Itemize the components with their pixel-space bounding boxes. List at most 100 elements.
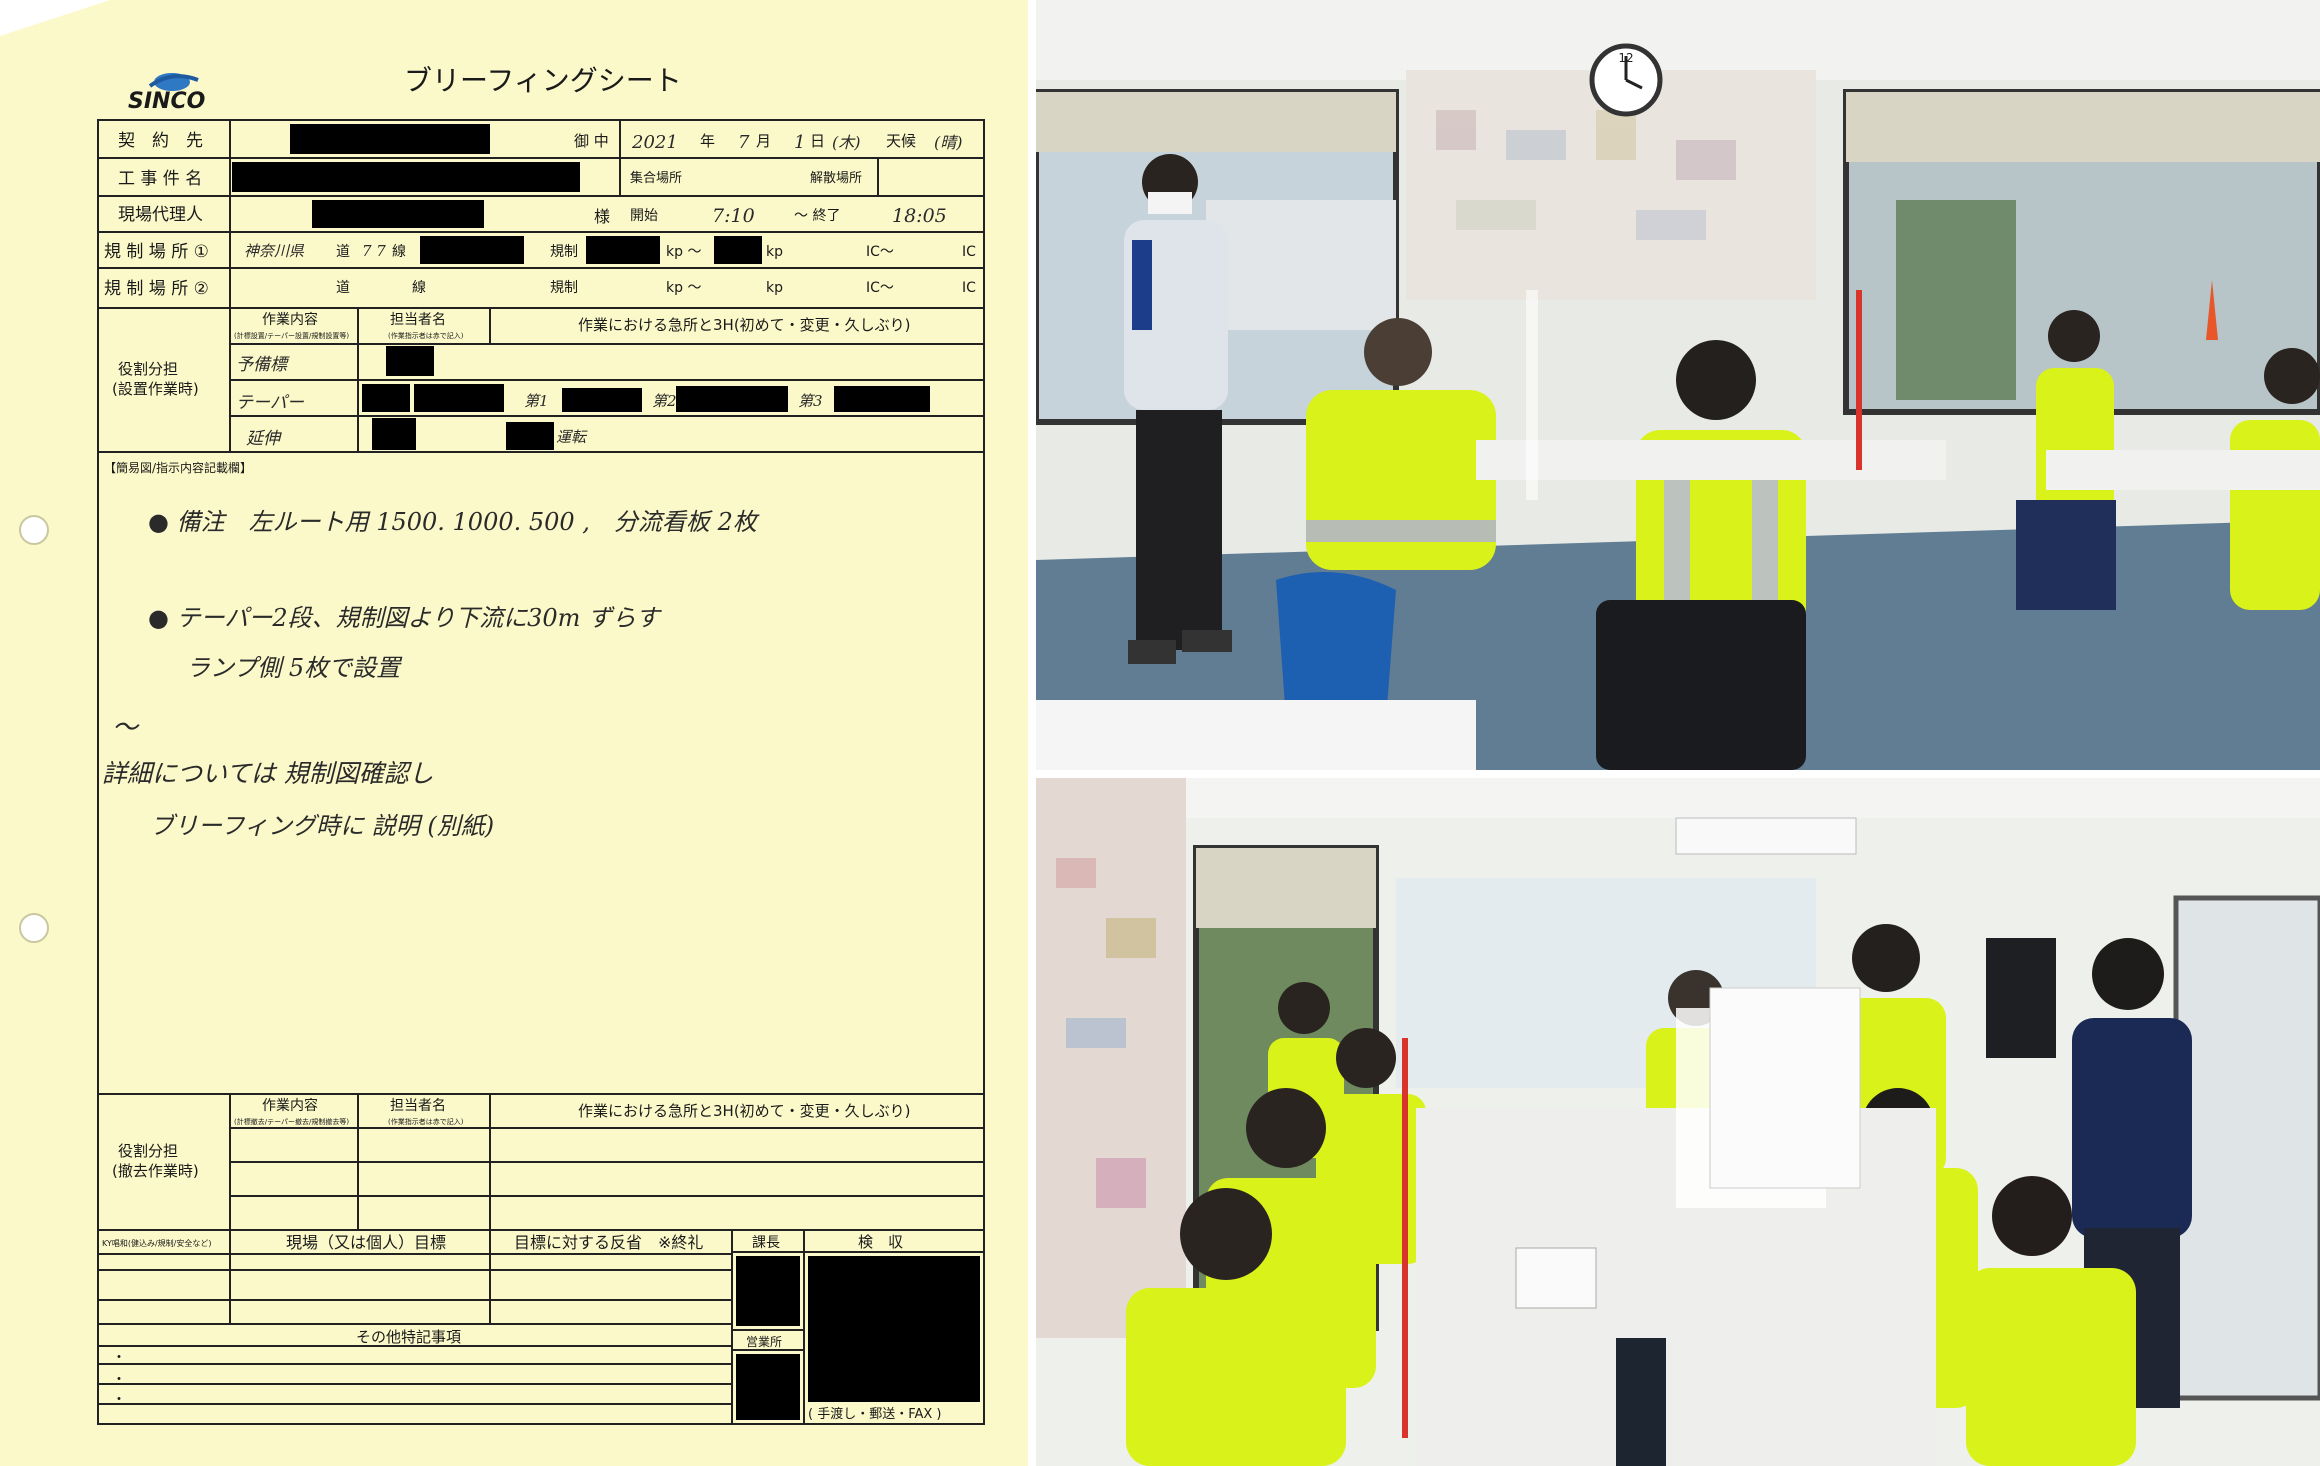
col-person-remove-sub: (作業指示者は赤で記入) <box>388 1117 464 1126</box>
label-work-name: 工 事 件 名 <box>118 169 202 189</box>
hand-year: 2021 <box>631 132 678 153</box>
hand-road-no: 7 7 <box>362 242 386 260</box>
memo-line: ランプ側 5枚で設置 <box>186 654 403 682</box>
photo-briefing-bottom <box>1036 778 2320 1466</box>
memo-line: ● テーパー2段、規制図より下流に30m ずらす <box>148 604 663 632</box>
label-kisei-2: 規制 <box>550 280 578 296</box>
label-dispersal-place: 解散場所 <box>810 171 862 186</box>
blood-pressure-monitor <box>1515 1247 1597 1309</box>
hand-weather: (晴) <box>934 133 963 152</box>
photo-briefing-top: 12 <box>1036 0 2320 770</box>
footer-delivery: ( 手渡し・郵送・FAX ) <box>808 1406 942 1422</box>
memo-label: 【簡易図/指示内容記載欄】 <box>104 460 252 475</box>
footer-bullet: ・ <box>112 1372 126 1388</box>
label-year: 年 <box>700 132 715 150</box>
logo-text: SINCO <box>128 89 205 114</box>
hand-end-time: 18:05 <box>892 205 947 227</box>
redaction <box>290 124 490 154</box>
memo-line: ● 備注 左ルート用 1500. 1000. 500 , 分流看板 2枚 <box>148 508 760 536</box>
label-contractor: 契 約 先 <box>118 131 203 151</box>
mark-3: 第3 <box>798 392 823 410</box>
footer-bullet: ・ <box>112 1392 126 1408</box>
redaction <box>386 346 434 376</box>
col-3h: 作業における急所と3H(初めて・変更・久しぶり) <box>578 316 911 334</box>
memo-line: 〜 <box>112 713 140 743</box>
table <box>1476 440 1946 480</box>
label-place-1: 規 制 場 所 ① <box>104 242 209 262</box>
blind <box>1036 92 1396 152</box>
label-kp-from-2: kp 〜 <box>666 280 701 296</box>
partition <box>1526 290 1538 500</box>
blind <box>1196 848 1376 928</box>
hand-month: 7 <box>738 132 750 153</box>
divider <box>1028 0 1036 1466</box>
col-3h-remove: 作業における急所と3H(初めて・変更・久しぶり) <box>578 1102 911 1120</box>
redaction <box>312 200 484 228</box>
partition-edge <box>1402 1038 1408 1438</box>
redaction <box>372 418 416 450</box>
hand-day: 1 <box>794 132 805 153</box>
redaction <box>714 236 762 264</box>
monitor <box>1986 938 2056 1058</box>
footer-other: その他特記事項 <box>356 1328 461 1346</box>
door <box>2173 895 2320 1401</box>
label-sama: 様 <box>594 207 610 226</box>
label-day: 日 <box>810 132 825 150</box>
label-gathering-place: 集合場所 <box>630 170 682 186</box>
sinco-logo: SINCO <box>128 73 205 114</box>
label-route: 線 <box>392 244 406 260</box>
col-person: 担当者名 <box>390 312 446 328</box>
footer-goal: 現場（又は個人）目標 <box>286 1233 446 1252</box>
label-ic-from: IC〜 <box>866 244 894 260</box>
mark-2: 第2 <box>652 392 677 410</box>
role-remove-subtitle: (撤去作業時) <box>112 1162 199 1180</box>
footer-kenshu: 検 収 <box>858 1233 903 1251</box>
label-end: 〜 終了 <box>794 208 840 224</box>
label-road-2: 道 <box>336 280 350 296</box>
page: SINCO ブリーフィングシート 契 約 先 工 事 件 名 現場代理人 規 制… <box>0 0 2320 1466</box>
role-row-yobihyo: 予備標 <box>236 355 290 375</box>
redaction <box>232 162 580 192</box>
partition <box>1856 290 1862 470</box>
label-kp-from: kp 〜 <box>666 244 701 260</box>
table <box>2046 450 2320 490</box>
col-task-remove: 作業内容 <box>262 1097 318 1114</box>
table-front <box>1036 700 1476 770</box>
hand-start-time: 7:10 <box>712 205 755 227</box>
redaction <box>586 236 660 264</box>
redaction <box>736 1354 800 1420</box>
redaction <box>834 386 930 412</box>
redaction <box>362 384 410 412</box>
label-place-2: 規 制 場 所 ② <box>104 279 209 299</box>
role-row3-text: 運転 <box>556 428 588 446</box>
footer-bullet: ・ <box>112 1350 126 1366</box>
redaction <box>420 236 524 264</box>
label-ic-to-2: IC <box>962 280 976 296</box>
role-setup-subtitle: (設置作業時) <box>112 380 199 398</box>
blue-chair <box>1276 572 1396 720</box>
label-start: 開始 <box>630 208 658 224</box>
label-kp-to: kp <box>766 244 783 260</box>
briefing-sheet-form: SINCO ブリーフィングシート 契 約 先 工 事 件 名 現場代理人 規 制… <box>0 0 985 1425</box>
redaction <box>562 388 642 412</box>
black-chair <box>1596 600 1806 770</box>
hand-road-pref: 神奈川県 <box>244 242 305 260</box>
role-remove-title: 役割分担 <box>118 1142 178 1160</box>
redaction <box>414 384 504 412</box>
binder-hole <box>19 515 49 545</box>
bottle <box>1616 1338 1666 1466</box>
col-task-remove-sub: (計標撤去/テーパー撤去/規制撤去等) <box>234 1117 349 1126</box>
role-row-taper: テーパー <box>236 393 305 413</box>
torn-corner <box>0 0 110 36</box>
hand-weekday: (木) <box>832 133 861 152</box>
label-weather: 天候 <box>886 132 916 150</box>
footer-eigyo: 営業所 <box>746 1335 782 1349</box>
redaction <box>506 422 554 450</box>
footer-reflection: 目標に対する反省 ※終礼 <box>514 1233 703 1252</box>
col-task-sub: (計標設置/テーパー設置/規制設置等) <box>234 331 349 340</box>
label-site-agent: 現場代理人 <box>118 205 203 225</box>
label-ic-to: IC <box>962 244 976 260</box>
footer-ky: KY唱和(健込み/規制/安全など) <box>102 1238 211 1248</box>
label-onchu: 御 中 <box>574 132 609 150</box>
col-task: 作業内容 <box>262 311 318 328</box>
